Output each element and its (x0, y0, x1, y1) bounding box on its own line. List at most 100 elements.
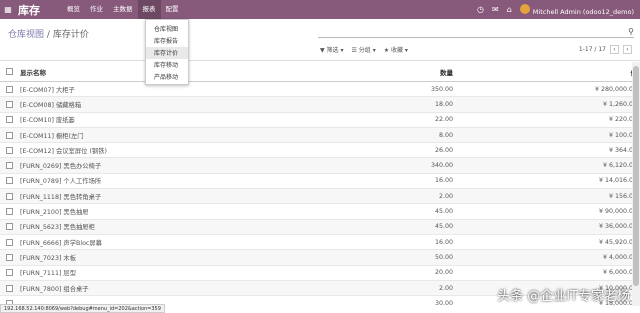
table-row[interactable]: [FURN_1118] 黑色转角桌子 2.00 ¥ 156.00 (0, 189, 640, 205)
cell-value: ¥ 45,920.00 (598, 238, 637, 246)
cell-display-name: [FURN_6666] 声学Bloc屏幕 (20, 239, 102, 247)
cell-display-name: [FURN_2100] 黑色抽屉 (20, 209, 89, 217)
dropdown-item-warehouse-view[interactable]: 仓库视图 (146, 23, 188, 35)
group-by-button[interactable]: ☰ 分组 ▾ (351, 45, 375, 54)
search-icon[interactable]: ⚲ (628, 27, 634, 36)
home-icon[interactable]: ⌂ (507, 5, 512, 14)
row-checkbox[interactable] (6, 223, 13, 231)
pager: 1-17 / 17 ‹ › (579, 45, 632, 54)
table-row[interactable]: [E-COM12] 会议室屏位 (钢铁) 26.00 ¥ 364.00 (0, 143, 640, 159)
table-row[interactable]: [E-COM10] 废纸篓 22.00 ¥ 220.00 (0, 113, 640, 128)
cell-quantity: 350.00 (430, 85, 453, 93)
scrollbar-thumb[interactable] (633, 66, 639, 286)
select-all-checkbox[interactable] (6, 68, 13, 75)
cell-value: ¥ 6,120.00 (602, 162, 637, 170)
cell-display-name: [E-COM11] 橱柜(左门 (20, 132, 84, 140)
cell-value: ¥ 14,016.00 (598, 177, 637, 185)
table-body: [E-COM07] 大柜子 350.00 ¥ 280,000.00 [E-COM08]… (0, 82, 640, 306)
cell-value: ¥ 6,000.00 (602, 269, 637, 277)
control-panel: 仓库视图 / 库存计价 ⚲ ▼ 筛选 ▾ ☰ 分组 ▾ ★ 收藏 ▾ 1-17 … (0, 19, 640, 61)
valuation-table: 显示名称 数量 值 [E-COM07] 大柜子 350.00 ¥ 280,000.0… (0, 62, 640, 306)
cell-display-name: [FURN_7023] 木板 (20, 254, 76, 262)
cell-quantity: 16.00 (434, 177, 453, 185)
cell-value: ¥ 156.00 (608, 192, 637, 200)
breadcrumb: 仓库视图 / 库存计价 (8, 27, 89, 40)
watermark: 头条 @企业IT专家老杨 (497, 289, 630, 304)
row-checkbox[interactable] (6, 131, 13, 139)
cell-display-name: [FURN_5623] 黑色抽屉柜 (20, 224, 95, 232)
favorites-button[interactable]: ★ 收藏 ▾ (384, 45, 408, 54)
menu-master-data[interactable]: 主数据 (108, 0, 138, 19)
menu-reporting[interactable]: 报表 (137, 0, 161, 19)
table-row[interactable]: [FURN_6666] 声学Bloc屏幕 16.00 ¥ 45,920.00 (0, 235, 640, 251)
dropdown-item-stock-moves[interactable]: 库存移动 (146, 59, 188, 71)
menu-configuration[interactable]: 配置 (161, 0, 184, 19)
top-navbar: ▦ 库存 概览 作业 主数据 报表 配置 ◷ ✉ ⌂ Mitchell Admi… (0, 0, 640, 19)
dropdown-item-inventory-valuation[interactable]: 库存计价 (146, 47, 188, 59)
table-header: 显示名称 数量 值 (0, 62, 640, 82)
table-row[interactable]: [FURN_7111] 层型 20.00 ¥ 6,000.00 (0, 266, 640, 281)
cell-display-name: [FURN_0269] 黑色办公椅子 (20, 163, 102, 171)
chat-icon[interactable]: ✉ (492, 5, 499, 14)
table-row[interactable]: [E-COM07] 大柜子 350.00 ¥ 280,000.00 (0, 82, 640, 98)
search-input[interactable]: ⚲ (318, 27, 634, 38)
cell-quantity: 45.00 (434, 223, 453, 231)
breadcrumb-separator: / (46, 30, 50, 40)
cell-display-name: [FURN_1118] 黑色转角桌子 (20, 193, 102, 201)
table-row[interactable]: [FURN_0789] 个人工作场所 16.00 ¥ 14,016.00 (0, 174, 640, 190)
breadcrumb-parent[interactable]: 仓库视图 (8, 30, 44, 40)
row-checkbox[interactable] (6, 269, 13, 277)
row-checkbox[interactable] (6, 192, 13, 200)
row-checkbox[interactable] (6, 238, 13, 246)
row-checkbox[interactable] (6, 208, 13, 216)
menu-operations[interactable]: 作业 (85, 0, 108, 19)
header-value[interactable]: 值 (453, 67, 638, 77)
row-checkbox[interactable] (6, 116, 13, 124)
row-checkbox[interactable] (6, 146, 13, 154)
cell-value: ¥ 280,000.00 (594, 85, 637, 93)
cell-quantity: 30.00 (434, 299, 453, 306)
dropdown-item-inventory-report[interactable]: 库存报告 (146, 35, 188, 47)
table-row[interactable]: [FURN_0269] 黑色办公椅子 340.00 ¥ 6,120.00 (0, 158, 640, 174)
cell-quantity: 2.00 (438, 284, 453, 292)
menu-overview[interactable]: 概览 (62, 0, 85, 19)
header-quantity[interactable]: 数量 (310, 67, 453, 77)
cell-quantity: 50.00 (434, 253, 453, 261)
cell-quantity: 340.00 (430, 162, 453, 170)
cell-display-name: [FURN_0789] 个人工作场所 (20, 178, 102, 186)
pager-value[interactable]: 1-17 / 17 (579, 46, 606, 53)
pager-prev-button[interactable]: ‹ (610, 45, 619, 54)
row-checkbox[interactable] (6, 85, 13, 93)
row-checkbox[interactable] (6, 162, 13, 170)
cell-quantity: 45.00 (434, 208, 453, 216)
status-url: 192.168.52.140:8069/web?debug#menu_id=20… (0, 304, 165, 313)
table-row[interactable]: [E-COM08] 储藏格箱 18.00 ¥ 1,260.00 (0, 97, 640, 113)
table-row[interactable]: [FURN_2100] 黑色抽屉 45.00 ¥ 90,000.00 (0, 204, 640, 220)
cell-value: ¥ 100.00 (608, 131, 637, 139)
row-checkbox[interactable] (6, 253, 13, 261)
user-menu[interactable]: Mitchell Admin (odoo12_demo) (519, 3, 634, 16)
table-row[interactable]: [E-COM11] 橱柜(左门 8.00 ¥ 100.00 (0, 127, 640, 144)
reporting-dropdown: 仓库视图 库存报告 库存计价 库存移动 产品移动 (145, 19, 189, 85)
app-title: 库存 (18, 3, 40, 17)
cell-quantity: 22.00 (434, 116, 453, 124)
dropdown-item-product-moves[interactable]: 产品移动 (146, 71, 188, 83)
filter-button[interactable]: ▼ 筛选 ▾ (320, 45, 343, 54)
cell-quantity: 2.00 (438, 192, 453, 200)
scrollbar[interactable] (632, 62, 640, 306)
cell-quantity: 18.00 (434, 100, 453, 108)
table-row[interactable]: [FURN_5623] 黑色抽屉柜 45.00 ¥ 36,000.00 (0, 219, 640, 235)
row-checkbox[interactable] (6, 100, 13, 108)
pager-next-button[interactable]: › (623, 45, 632, 54)
cell-display-name: [E-COM12] 会议室屏位 (钢铁) (20, 147, 107, 155)
cell-value: ¥ 4,000.00 (602, 253, 637, 261)
cell-display-name: [E-COM07] 大柜子 (20, 86, 75, 94)
apps-menu-icon[interactable]: ▦ (0, 0, 16, 19)
activity-clock-icon[interactable]: ◷ (477, 5, 484, 14)
search-options: ▼ 筛选 ▾ ☰ 分组 ▾ ★ 收藏 ▾ (320, 45, 408, 54)
avatar (519, 3, 530, 14)
table-row[interactable]: [FURN_7023] 木板 50.00 ¥ 4,000.00 (0, 250, 640, 266)
cell-quantity: 20.00 (434, 269, 453, 277)
row-checkbox[interactable] (6, 177, 13, 185)
row-checkbox[interactable] (6, 284, 13, 292)
